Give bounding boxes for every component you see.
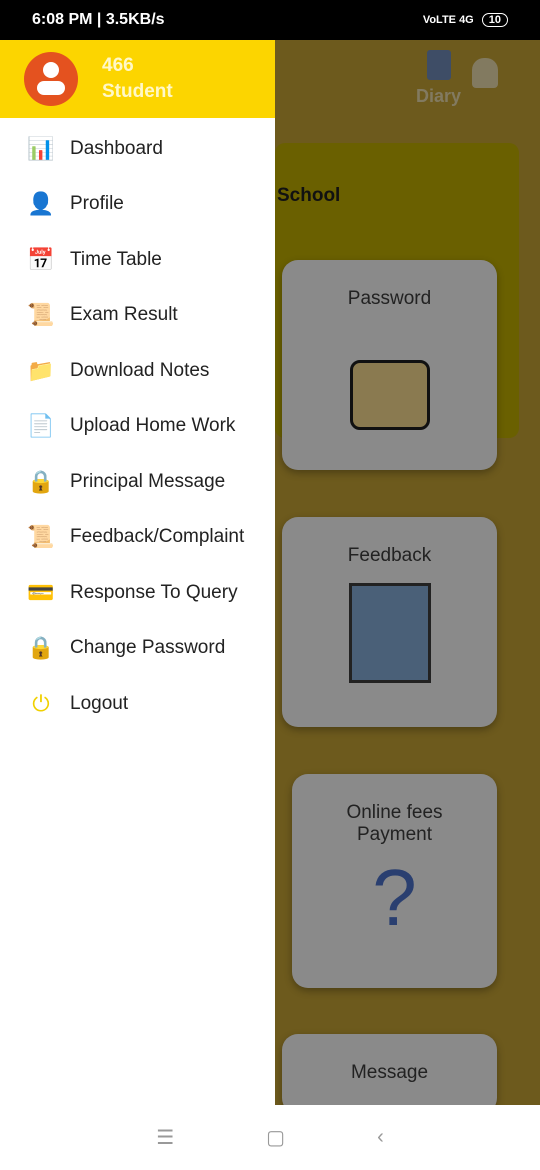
question-icon: ? [372, 853, 417, 942]
avatar [24, 52, 78, 106]
drawer-item-label: Change Password [70, 637, 226, 659]
drawer-item-response-to-query[interactable]: 💳 Response To Query [0, 565, 275, 621]
drawer-item-dashboard[interactable]: 📊 Dashboard [0, 121, 275, 177]
person-icon: 👤 [27, 191, 55, 217]
drawer-item-upload-home-work[interactable]: 📄 Upload Home Work [0, 399, 275, 455]
scroll-icon: 📜 [27, 524, 55, 550]
clipboard-icon [348, 583, 431, 683]
drawer-item-exam-result[interactable]: 📜 Exam Result [0, 288, 275, 344]
drawer-item-download-notes[interactable]: 📁 Download Notes [0, 343, 275, 399]
drawer-item-change-password[interactable]: 🔒 Change Password [0, 621, 275, 677]
drawer-item-principal-message[interactable]: 🔒 Principal Message [0, 454, 275, 510]
drawer-item-label: Feedback/Complaint [70, 526, 245, 548]
battery-indicator: 10 [481, 13, 508, 27]
drawer-item-profile[interactable]: 👤 Profile [0, 177, 275, 233]
drawer-item-logout[interactable]: ⏻ Logout [0, 676, 275, 732]
navigation-drawer: 466 Student 📊 Dashboard 👤 Profile 📅 Time Table… [0, 40, 275, 1105]
drawer-item-label: Principal Message [70, 470, 226, 492]
drawer-item-label: Exam Result [70, 304, 178, 326]
back-nav-icon[interactable]: ‹ [377, 1126, 384, 1149]
school-name: School [277, 185, 341, 206]
menu-nav-icon[interactable]: ☰ [156, 1125, 174, 1150]
lock-shield-icon: 🔒 [27, 468, 55, 494]
drawer-item-label: Time Table [70, 248, 162, 270]
bell-icon[interactable] [472, 58, 498, 88]
status-bar: 6:08 PM | 3.5KB/s VoLTE 4G 10 [0, 0, 540, 40]
feedback-card[interactable]: Feedback [282, 517, 497, 727]
system-nav-bar: ☰ ▢ ‹ [0, 1105, 540, 1170]
lock-shield-icon: 🔒 [27, 635, 55, 661]
drawer-item-time-table[interactable]: 📅 Time Table [0, 232, 275, 288]
power-icon: ⏻ [32, 690, 50, 716]
diary-button[interactable]: Diary [416, 50, 461, 107]
network-indicator: VoLTE 4G [422, 14, 474, 26]
user-id: 466 [102, 55, 134, 76]
drawer-header: 466 Student [0, 40, 275, 118]
drawer-item-label: Download Notes [70, 359, 210, 381]
drawer-item-feedback-complaint[interactable]: 📜 Feedback/Complaint [0, 510, 275, 566]
drawer-item-label: Upload Home Work [70, 415, 236, 437]
user-role: Student [102, 81, 173, 102]
online-fees-card[interactable]: Online fees Payment? [292, 774, 497, 988]
calendar-icon: 📅 [27, 246, 55, 272]
scroll-icon: 📜 [27, 302, 55, 328]
drawer-item-label: Logout [70, 692, 129, 714]
drawer-item-label: Profile [70, 193, 124, 215]
message-card[interactable]: Message [282, 1034, 497, 1114]
document-upload-icon: 📄 [27, 413, 55, 439]
card-check-icon: 💳 [27, 579, 55, 605]
drawer-item-label: Response To Query [70, 581, 238, 603]
status-time: 6:08 PM | 3.5KB/s [32, 11, 165, 28]
dashboard-icon: 📊 [27, 135, 55, 161]
password-card[interactable]: Password [282, 260, 497, 470]
lock-icon [349, 360, 430, 430]
home-nav-icon[interactable]: ▢ [266, 1125, 285, 1150]
folder-download-icon: 📁 [27, 357, 55, 383]
drawer-item-label: Dashboard [70, 137, 163, 159]
clipboard-icon [426, 50, 451, 80]
